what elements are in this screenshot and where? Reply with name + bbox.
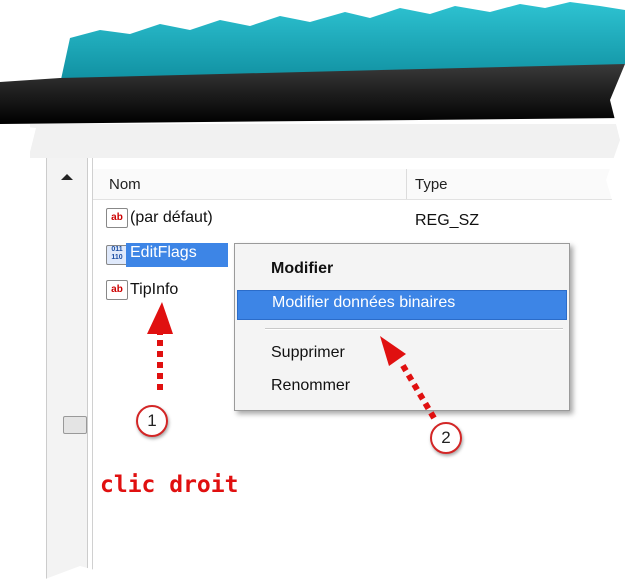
screenshot-stage: Nom Type ab (par défaut) REG_SZ 011 110 … [0, 0, 625, 581]
torn-edge-frame [0, 64, 625, 581]
